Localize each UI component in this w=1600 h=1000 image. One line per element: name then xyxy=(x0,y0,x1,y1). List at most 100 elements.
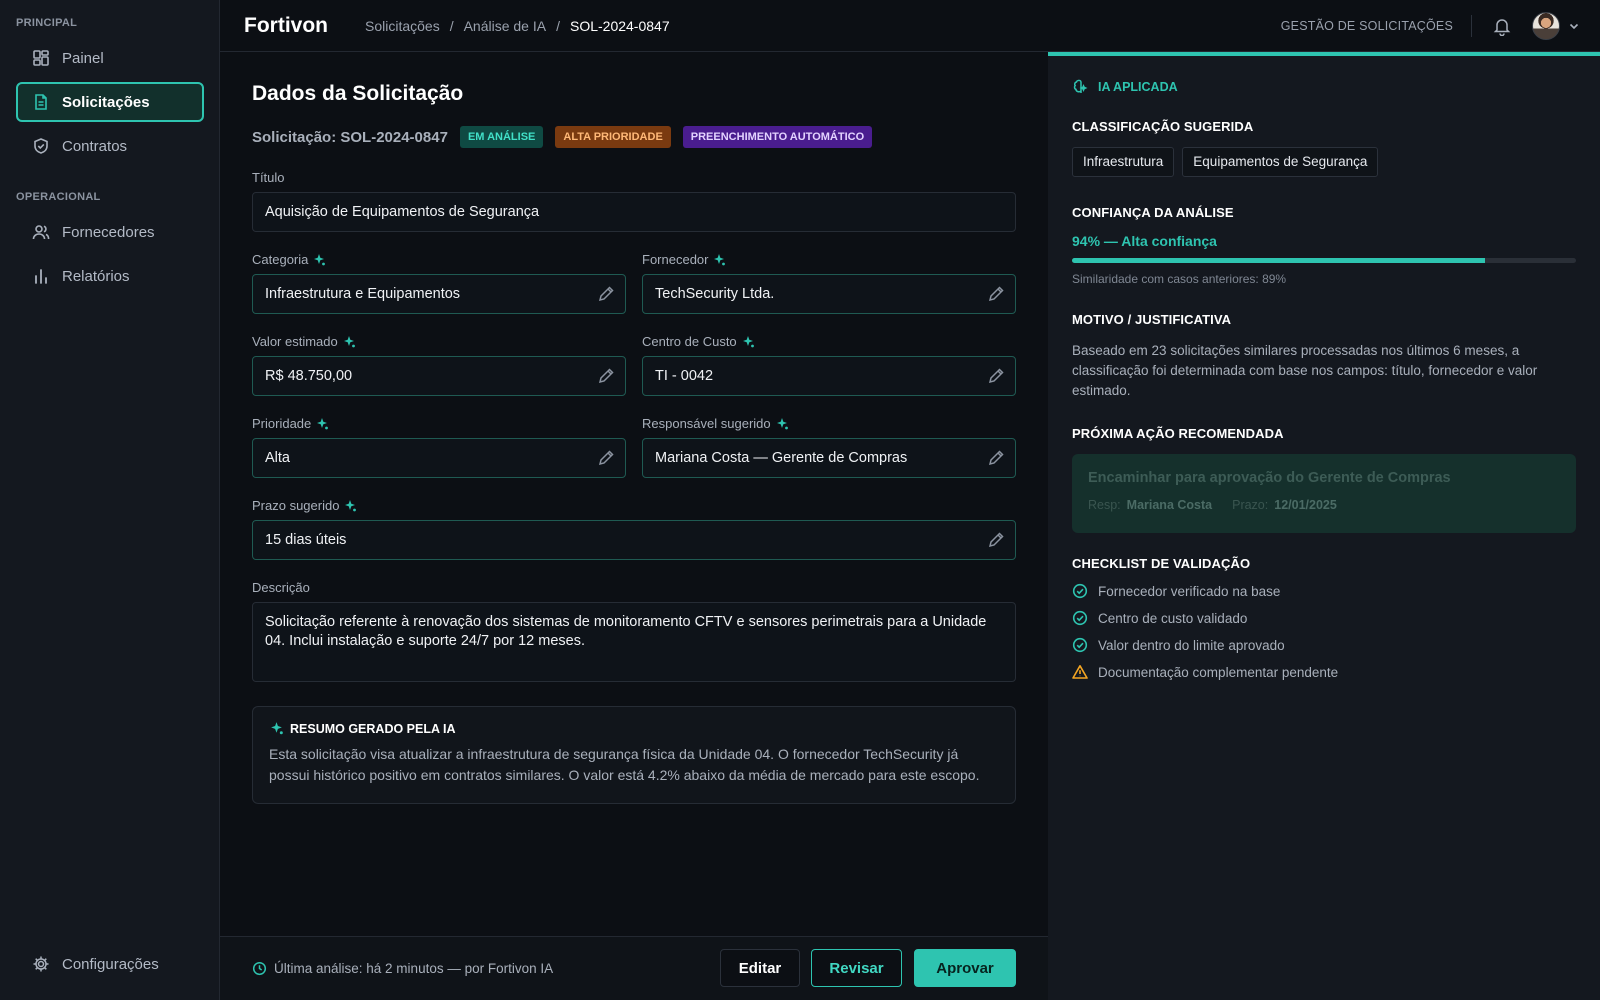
checklist-item-label: Valor dentro do limite aprovado xyxy=(1098,637,1285,653)
confidence-bar-fill xyxy=(1072,258,1486,263)
checklist-item-label: Documentação complementar pendente xyxy=(1098,664,1339,680)
supplier-label-text: Fornecedor xyxy=(642,252,709,267)
check-circle-icon xyxy=(1072,583,1088,599)
ai-analysis-panel: IA APLICADA CLASSIFICAÇÃO SUGERIDA Infra… xyxy=(1048,52,1600,1000)
priority-badge: ALTA PRIORIDADE xyxy=(555,126,671,148)
avatar[interactable] xyxy=(1532,12,1560,40)
reason-title: MOTIVO / JUSTIFICATIVA xyxy=(1072,312,1232,327)
breadcrumb-item[interactable]: Análise de IA xyxy=(464,18,547,34)
checklist-item: Centro de custo validado xyxy=(1072,610,1247,626)
next-action-meta: Resp: Mariana Costa Prazo: 12/01/2025 xyxy=(1088,498,1560,512)
next-resp-value: Mariana Costa xyxy=(1126,498,1213,512)
next-action-text: Encaminhar para aprovação do Gerente de … xyxy=(1088,470,1451,486)
approve-button[interactable]: Aprovar xyxy=(914,949,1016,987)
top-header: Fortivon Solicitações / Análise de IA / … xyxy=(220,0,1600,52)
next-action-card[interactable]: Encaminhar para aprovação do Gerente de … xyxy=(1072,454,1576,533)
sidebar-item-configuracoes[interactable]: Configurações xyxy=(16,944,204,984)
checklist-item: Documentação complementar pendente xyxy=(1072,664,1338,680)
cost-center-field-value: TI - 0042 xyxy=(655,368,714,384)
priority-label: Prioridade xyxy=(252,416,329,431)
users-icon xyxy=(32,225,50,240)
request-form: Dados da Solicitação Solicitação: SOL-20… xyxy=(220,52,1048,1000)
sidebar-item-painel[interactable]: Painel xyxy=(16,38,204,78)
sidebar-item-label: Painel xyxy=(62,49,104,67)
classification-chip[interactable]: Infraestrutura xyxy=(1072,147,1175,177)
status-badge: EM ANÁLISE xyxy=(459,126,544,148)
title-label-text: Título xyxy=(252,170,285,185)
ai-sparkle-icon xyxy=(317,417,329,429)
ai-summary-title: RESUMO GERADO PELA IA xyxy=(269,721,999,736)
breadcrumb-item[interactable]: Solicitações xyxy=(365,18,440,34)
value-field-value: R$ 48.750,00 xyxy=(265,368,353,384)
action-footer: Última análise: há 2 minutos — por Forti… xyxy=(220,936,1048,1000)
cost-center-field[interactable]: TI - 0042 xyxy=(642,356,1016,396)
description-label: Descrição xyxy=(252,580,310,595)
bell-icon[interactable] xyxy=(1492,16,1512,36)
owner-label: Responsável sugerido xyxy=(642,416,789,431)
title-label: Título xyxy=(252,170,285,185)
ai-sparkle-icon xyxy=(271,722,283,735)
sidebar-item-fornecedores[interactable]: Fornecedores xyxy=(16,212,204,252)
deadline-label: Prazo sugerido xyxy=(252,498,357,513)
classification-chip[interactable]: Equipamentos de Segurança xyxy=(1182,147,1379,177)
title-field[interactable]: Aquisição de Equipamentos de Segurança xyxy=(252,192,1016,232)
pencil-icon[interactable] xyxy=(987,531,1005,549)
breadcrumb-current: SOL-2024-0847 xyxy=(569,18,670,34)
clock-icon xyxy=(252,961,267,976)
cost-center-label-text: Centro de Custo xyxy=(642,334,737,349)
sidebar-item-solicitacoes[interactable]: Solicitações xyxy=(16,82,204,122)
sidebar-item-contratos[interactable]: Contratos xyxy=(16,126,204,166)
category-field-value: Infraestrutura e Equipamentos xyxy=(265,286,461,302)
header-actions: GESTÃO DE SOLICITAÇÕES xyxy=(1281,10,1580,42)
warning-triangle-icon xyxy=(1072,665,1088,679)
pencil-icon[interactable] xyxy=(987,285,1005,303)
checklist-item: Fornecedor verificado na base xyxy=(1072,583,1280,599)
app-logo: Fortivon xyxy=(244,14,328,37)
pencil-icon[interactable] xyxy=(987,367,1005,385)
deadline-field-value: 15 dias úteis xyxy=(265,532,347,548)
ai-sparkle-icon xyxy=(314,253,326,265)
last-analysis-status: Última análise: há 2 minutos — por Forti… xyxy=(252,961,553,976)
owner-field[interactable]: Mariana Costa — Gerente de Compras xyxy=(642,438,1016,478)
pencil-icon[interactable] xyxy=(597,449,615,467)
ai-summary-body: Esta solicitação visa atualizar a infrae… xyxy=(269,746,980,783)
priority-label-text: Prioridade xyxy=(252,416,312,431)
title-field-value: Aquisição de Equipamentos de Segurança xyxy=(265,204,540,220)
reason-text: Baseado em 23 solicitações similares pro… xyxy=(1072,343,1538,398)
sidebar-section-operacional: OPERACIONAL xyxy=(16,191,101,203)
request-id: Solicitação: SOL-2024-0847 xyxy=(252,128,448,146)
supplier-field[interactable]: TechSecurity Ltda. xyxy=(642,274,1016,314)
value-field[interactable]: R$ 48.750,00 xyxy=(252,356,626,396)
sidebar-item-label: Relatórios xyxy=(62,267,130,285)
pencil-icon[interactable] xyxy=(597,285,615,303)
deadline-label-text: Prazo sugerido xyxy=(252,498,340,513)
autofill-badge: PREENCHIMENTO AUTOMÁTICO xyxy=(682,126,873,148)
deadline-field[interactable]: 15 dias úteis xyxy=(252,520,1016,560)
review-button[interactable]: Revisar xyxy=(811,949,902,987)
breadcrumb-separator: / xyxy=(556,18,560,34)
ai-applied-text: IA APLICADA xyxy=(1098,80,1178,94)
ai-sparkle-icon xyxy=(776,417,788,429)
category-label-text: Categoria xyxy=(252,252,309,267)
cost-center-label: Centro de Custo xyxy=(642,334,755,349)
pencil-icon[interactable] xyxy=(987,449,1005,467)
pencil-icon[interactable] xyxy=(597,367,615,385)
ai-sparkle-icon xyxy=(345,499,357,511)
last-analysis-text: Última análise: há 2 minutos — por Forti… xyxy=(274,961,554,976)
sidebar-item-relatorios[interactable]: Relatórios xyxy=(16,256,204,296)
owner-label-text: Responsável sugerido xyxy=(642,416,771,431)
next-due-value: 12/01/2025 xyxy=(1274,498,1337,512)
dashboard-icon xyxy=(33,50,49,66)
category-label: Categoria xyxy=(252,252,326,267)
next-action-title: PRÓXIMA AÇÃO RECOMENDADA xyxy=(1072,426,1284,441)
description-textarea[interactable]: Solicitação referente à renovação dos si… xyxy=(252,602,1016,682)
supplier-label: Fornecedor xyxy=(642,252,726,267)
category-field[interactable]: Infraestrutura e Equipamentos xyxy=(252,274,626,314)
checklist-item-label: Centro de custo validado xyxy=(1098,610,1248,626)
ai-applied-tag: IA APLICADA xyxy=(1072,78,1178,96)
priority-field[interactable]: Alta xyxy=(252,438,626,478)
chevron-down-icon[interactable] xyxy=(1568,20,1580,32)
priority-field-value: Alta xyxy=(265,450,290,466)
description-label-text: Descrição xyxy=(252,580,310,595)
edit-button[interactable]: Editar xyxy=(720,949,800,987)
